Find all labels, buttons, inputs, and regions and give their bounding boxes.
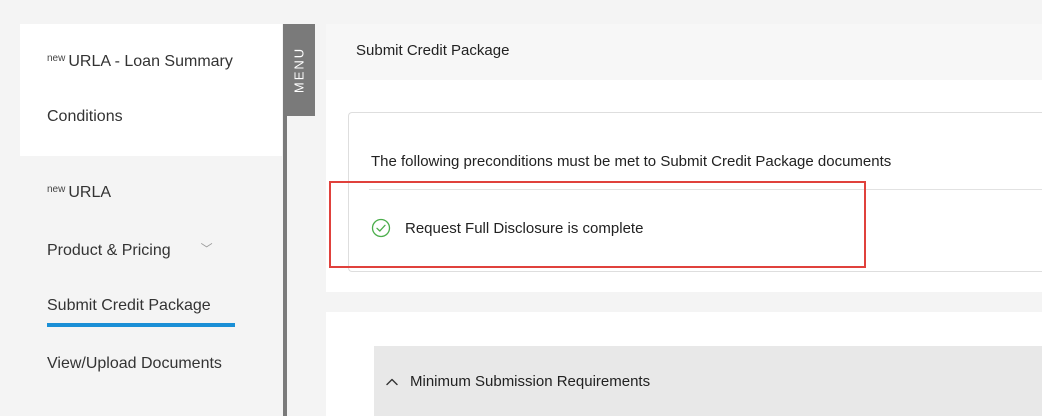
app-window: new URLA - Loan Summary Conditions new URL… [0,0,1042,416]
main-content: Submit Credit Package The following prec… [326,24,1042,416]
active-item-indicator [47,323,235,327]
sidebar-item-label: Conditions [47,108,123,125]
sidebar-item-label: Product & Pricing [47,242,171,259]
sidebar-item-view-upload-documents[interactable]: View/Upload Documents [47,355,222,373]
precondition-item: Request Full Disclosure is complete [371,217,643,239]
sidebar-item-product-pricing[interactable]: Product & Pricing ﹀ [47,242,213,260]
minimum-submission-requirements-toggle[interactable]: Minimum Submission Requirements [374,346,1042,416]
requirements-panel: Minimum Submission Requirements [326,312,1042,416]
menu-toggle-button[interactable]: MENU [283,24,315,116]
sidebar-item-conditions[interactable]: Conditions [47,108,123,126]
sidebar-item-submit-credit-package[interactable]: Submit Credit Package [47,297,211,315]
menu-rail-line [283,116,287,416]
sidebar: new URLA - Loan Summary Conditions new URL… [20,24,282,416]
sidebar-item-urla[interactable]: new URLA [47,184,111,202]
new-badge: new [47,53,66,64]
sidebar-item-label: Submit Credit Package [47,297,211,314]
preconditions-intro: The following preconditions must be met … [371,153,892,170]
divider [369,189,1042,190]
chevron-up-icon[interactable] [386,376,398,388]
preconditions-card: The following preconditions must be met … [348,112,1042,272]
sidebar-item-urla-loan-summary[interactable]: new URLA - Loan Summary [47,53,233,71]
precondition-label: Request Full Disclosure is complete [405,219,644,237]
sidebar-item-label: URLA [68,184,112,201]
sidebar-top-panel [20,24,282,156]
page-title: Submit Credit Package [356,42,510,59]
sidebar-item-label: URLA - Loan Summary [68,53,233,70]
section-title: Minimum Submission Requirements [410,373,651,390]
check-circle-icon [371,218,391,238]
menu-rail: MENU [283,24,315,416]
page-header: Submit Credit Package [326,24,1042,80]
chevron-down-icon[interactable]: ﹀ [201,240,213,257]
sidebar-item-label: View/Upload Documents [47,355,222,372]
preconditions-panel: The following preconditions must be met … [326,80,1042,292]
menu-label: MENU [291,46,307,94]
new-badge: new [47,184,66,195]
